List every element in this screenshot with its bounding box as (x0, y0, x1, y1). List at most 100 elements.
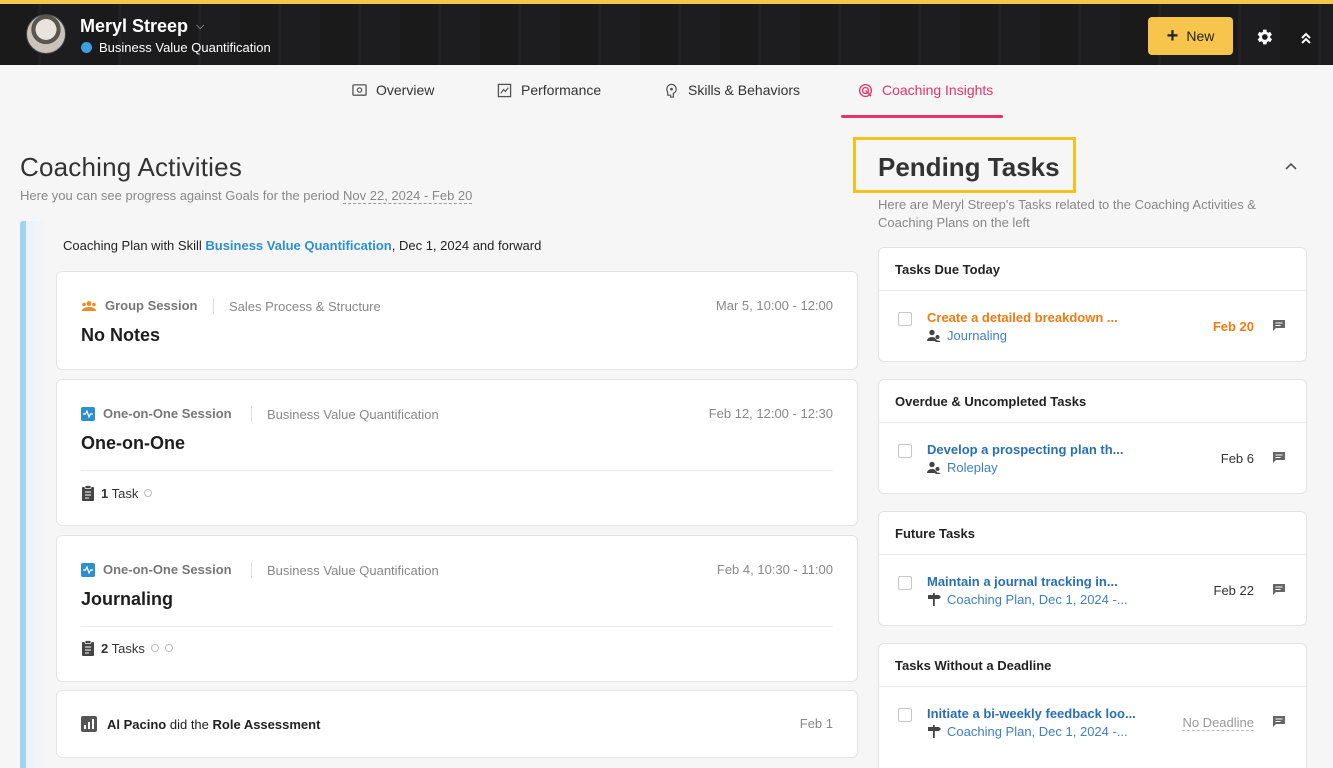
actor-name[interactable]: Al Pacino (107, 717, 166, 732)
team-status-dot (81, 42, 92, 53)
task-group: Future Tasks Maintain a journal tracking… (878, 511, 1307, 626)
task-checkbox[interactable] (898, 708, 912, 722)
task-due-date: Feb 20 (1212, 319, 1254, 334)
task-group-heading: Tasks Without a Deadline (895, 658, 1052, 673)
user-name-dropdown[interactable]: Meryl Streep ⌵ (80, 16, 204, 37)
activity-type: Group Session (81, 298, 197, 313)
task-group-heading: Future Tasks (895, 526, 975, 541)
comment-icon[interactable] (1272, 583, 1286, 596)
new-button-label: New (1186, 28, 1215, 44)
tab-skills-behaviors[interactable]: Skills & Behaviors (664, 82, 800, 98)
people-icon (927, 461, 941, 474)
separator (251, 406, 252, 422)
comment-icon[interactable] (1272, 319, 1286, 332)
clipboard-icon (82, 485, 94, 501)
performance-icon (497, 83, 512, 97)
comment-icon[interactable] (1272, 715, 1286, 728)
active-tab-indicator (841, 115, 1003, 118)
activity-title: Journaling (81, 589, 174, 609)
pulse-icon (81, 406, 95, 421)
divider (879, 554, 1306, 555)
card-divider (81, 470, 833, 471)
task-checkbox[interactable] (898, 312, 912, 326)
group-session-icon (82, 300, 96, 311)
divider (879, 290, 1306, 291)
tab-performance[interactable]: Performance (497, 82, 601, 98)
activity-card[interactable]: Al Pacino did the Role Assessment Feb 1 (56, 690, 858, 758)
chevron-up-icon[interactable] (1284, 160, 1298, 174)
activity-date: Feb 1 (799, 716, 833, 731)
activity-title: No Notes (81, 325, 161, 345)
top-header: Meryl Streep ⌵ Business Value Quantifica… (0, 0, 1333, 65)
comment-icon[interactable] (1272, 451, 1286, 464)
task-title[interactable]: Create a detailed breakdown ... (927, 310, 1118, 325)
task-source-link[interactable]: Coaching Plan, Dec 1, 2024 -... (927, 592, 1128, 607)
avatar[interactable] (26, 14, 66, 54)
task-status-ring (164, 644, 173, 652)
task-group: Tasks Without a Deadline Initiate a bi-w… (878, 643, 1307, 768)
task-count[interactable]: 2 Tasks (81, 640, 173, 656)
coaching-activities-title: Coaching Activities (20, 152, 243, 182)
task-title[interactable]: Maintain a journal tracking in... (927, 574, 1118, 589)
task-due-date: Feb 6 (1220, 451, 1254, 466)
task-due-date: No Deadline (1182, 715, 1254, 731)
activity-type: One-on-One Session (81, 406, 232, 421)
collapse-header-icon[interactable] (1298, 30, 1314, 46)
period-selector[interactable]: Nov 22, 2024 - Feb 20 (343, 188, 473, 204)
task-source-link[interactable]: Journaling (927, 328, 1007, 343)
task-title[interactable]: Initiate a bi-weekly feedback loo... (927, 706, 1136, 721)
pending-tasks-subtitle: Here are Meryl Streep's Tasks related to… (878, 197, 1256, 230)
assessment-name[interactable]: Role Assessment (213, 717, 321, 732)
user-team: Business Value Quantification (81, 40, 271, 55)
task-count[interactable]: 1 Task (81, 485, 153, 501)
coaching-plan-heading: Coaching Plan with Skill Business Value … (63, 238, 542, 253)
activity-card[interactable]: One-on-One Session Business Value Quanti… (56, 535, 858, 682)
tab-bar: Overview Performance Skills & Behaviors … (0, 65, 1333, 119)
user-team-label: Business Value Quantification (99, 40, 271, 55)
task-source-link[interactable]: Roleplay (927, 460, 998, 475)
gear-icon[interactable] (1254, 27, 1274, 47)
task-checkbox[interactable] (898, 444, 912, 458)
task-group: Tasks Due Today Create a detailed breakd… (878, 247, 1307, 362)
task-group-heading: Tasks Due Today (895, 262, 1000, 277)
plus-icon: + (1166, 25, 1179, 47)
user-name: Meryl Streep (80, 16, 189, 36)
separator (251, 562, 252, 578)
plan-skill-link[interactable]: Business Value Quantification (205, 238, 391, 253)
activity-date: Feb 12, 12:00 - 12:30 (708, 406, 833, 421)
assessment-icon (81, 716, 97, 732)
task-group-heading: Overdue & Uncompleted Tasks (895, 394, 1087, 409)
activity-card[interactable]: One-on-One Session Business Value Quanti… (56, 379, 858, 526)
pulse-icon (81, 562, 95, 577)
task-group: Overdue & Uncompleted Tasks Develop a pr… (878, 379, 1307, 494)
activity-topic: Business Value Quantification (267, 563, 439, 578)
task-due-date: Feb 22 (1213, 583, 1254, 598)
chevron-down-icon: ⌵ (196, 20, 205, 32)
activity-date: Mar 5, 10:00 - 12:00 (715, 298, 833, 313)
tab-overview[interactable]: Overview (352, 82, 434, 98)
card-divider (81, 626, 833, 627)
task-title[interactable]: Develop a prospecting plan th... (927, 442, 1123, 457)
activity-topic: Sales Process & Structure (229, 299, 381, 314)
task-checkbox[interactable] (898, 576, 912, 590)
task-status-ring (144, 489, 153, 497)
activity-topic: Business Value Quantification (267, 407, 439, 422)
signpost-icon (928, 725, 941, 738)
task-status-ring (150, 644, 159, 652)
tab-coaching-insights[interactable]: Coaching Insights (858, 82, 993, 98)
activity-date: Feb 4, 10:30 - 11:00 (716, 562, 833, 577)
task-source-link[interactable]: Coaching Plan, Dec 1, 2024 -... (927, 724, 1128, 739)
activity-card[interactable]: Group Session Sales Process & Structure … (56, 271, 858, 370)
clipboard-icon (82, 640, 94, 656)
separator (213, 298, 214, 314)
pending-tasks-title: Pending Tasks (878, 152, 1060, 182)
activity-summary: Al Pacino did the Role Assessment (81, 716, 320, 732)
divider (879, 686, 1306, 687)
people-icon (927, 329, 941, 342)
skills-icon (666, 83, 677, 98)
timeline-shade (26, 221, 50, 768)
new-button[interactable]: + New (1148, 17, 1233, 55)
divider (879, 422, 1306, 423)
signpost-icon (928, 593, 941, 606)
target-icon (858, 83, 873, 97)
